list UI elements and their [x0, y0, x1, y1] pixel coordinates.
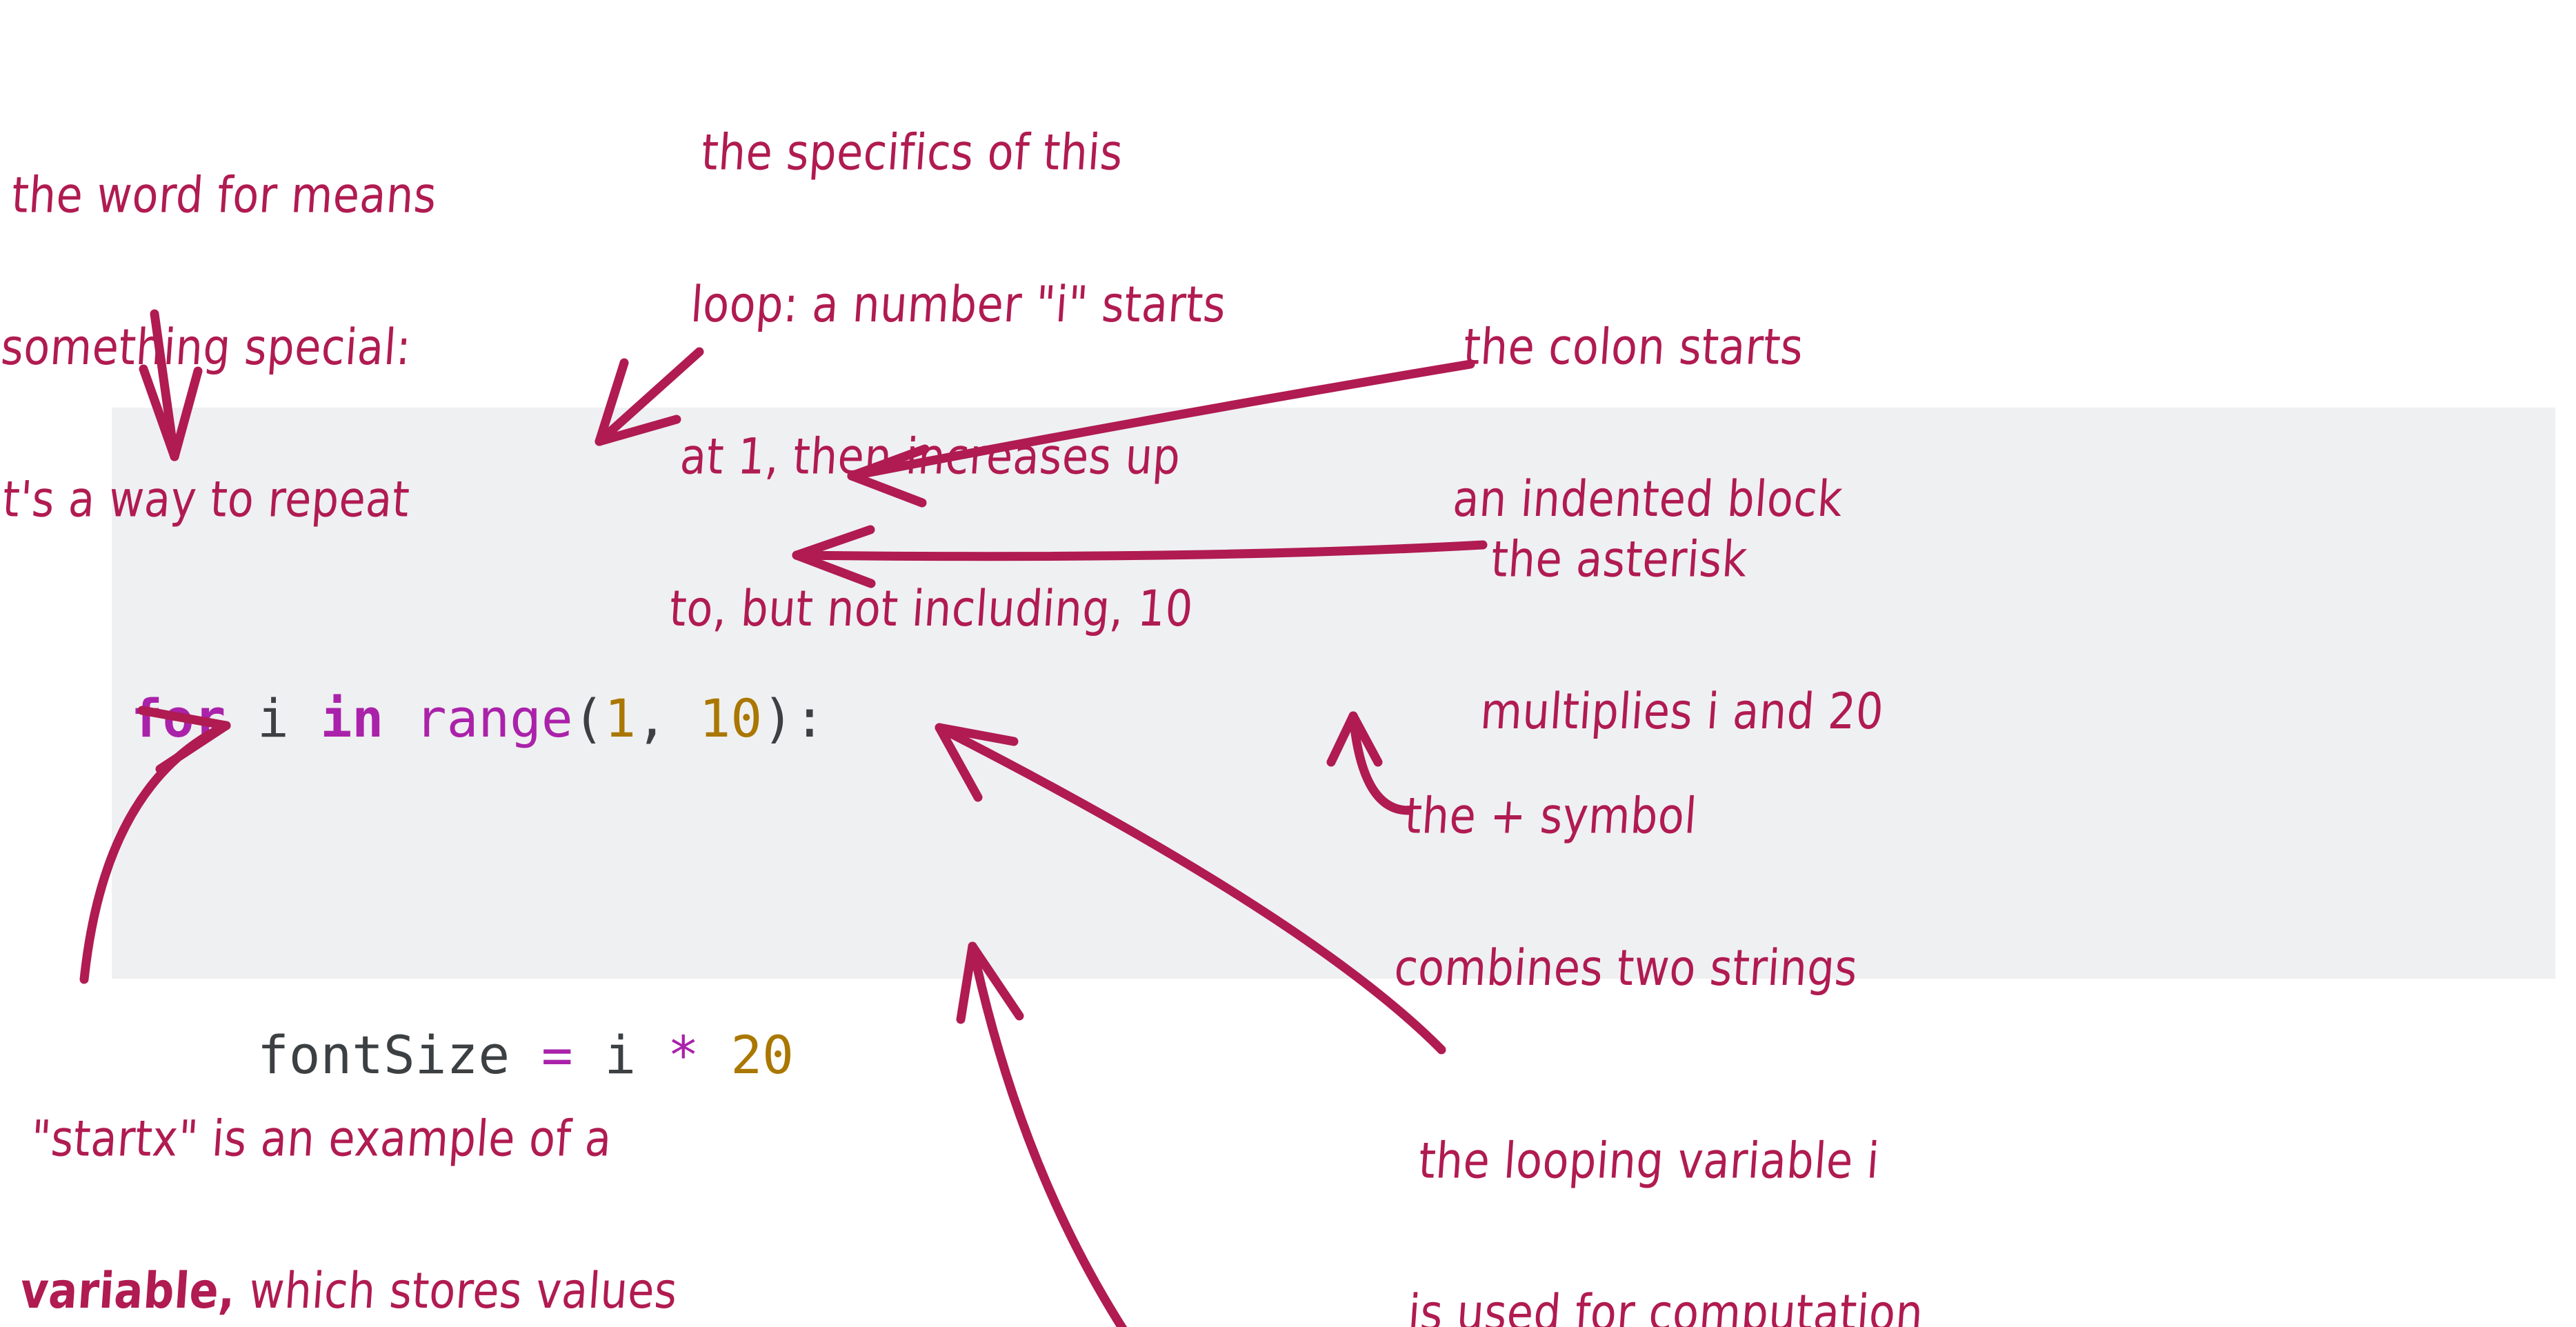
- annotation-plus-symbol: the + symbol combines two strings: [1386, 690, 1877, 1095]
- annotation-bold-word: variable,: [18, 1261, 238, 1320]
- annotation-line-rest: which stores values: [233, 1261, 679, 1320]
- token-keyword-in: in: [320, 688, 384, 749]
- code-block: for i in range(1, 10): fontSize = i * 20…: [112, 408, 2555, 1086]
- annotation-line: the colon starts: [1461, 317, 1806, 377]
- annotation-line: something special:: [0, 317, 413, 377]
- annotation-line: combines two strings: [1392, 938, 1860, 997]
- annotation-line: at 1, then increases up: [678, 427, 1183, 486]
- code-line-1: for i in range(1, 10):: [131, 688, 826, 749]
- annotated-code-figure: for i in range(1, 10): fontSize = i * 20…: [0, 0, 2576, 1327]
- annotation-line: the looping variable i: [1417, 1131, 1881, 1190]
- token-keyword-for: for: [131, 688, 226, 749]
- annotation-line: the word for means: [10, 166, 439, 225]
- annotation-line: variable, which stores values: [19, 1261, 679, 1320]
- annotation-line: to, but not including, 10: [668, 579, 1195, 637]
- annotation-line: the specifics of this: [699, 123, 1125, 182]
- annotation-line: the + symbol: [1403, 786, 1699, 846]
- annotation-line: "startx" is an example of a: [29, 1109, 614, 1168]
- annotation-range-loop: the specifics of this loop: a number "i"…: [661, 26, 1245, 735]
- annotation-for-keyword: the word for means something special: it…: [0, 69, 446, 626]
- annotation-startx-reuse: startx is reused here: [1124, 1247, 1590, 1327]
- annotation-line: the asterisk: [1489, 530, 1750, 589]
- annotation-line: it's a way to repeat: [0, 470, 412, 528]
- token-function-range: range: [415, 688, 573, 749]
- annotation-variable-definition: "startx" is an example of a variable, wh…: [1, 1012, 697, 1327]
- annotation-line: loop: a number "i" starts: [688, 275, 1228, 334]
